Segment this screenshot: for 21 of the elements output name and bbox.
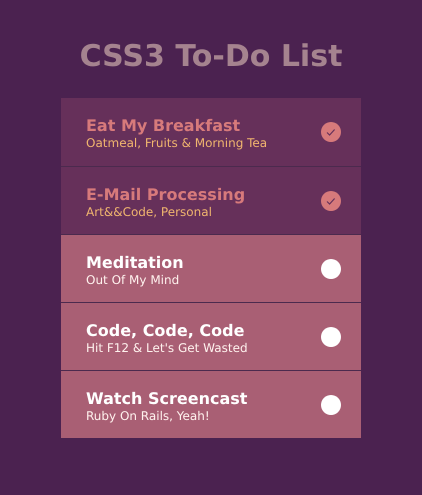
checked-circle-icon[interactable] — [321, 122, 341, 142]
empty-circle-icon[interactable] — [321, 258, 341, 278]
task-item[interactable]: Watch Screencast Ruby On Rails, Yeah! — [61, 370, 361, 438]
task-title: Code, Code, Code — [86, 320, 246, 340]
task-subtitle: Out Of My Mind — [86, 272, 180, 286]
task-subtitle: Hit F12 & Let's Get Wasted — [86, 340, 248, 354]
task-title: E-Mail Processing — [86, 184, 246, 204]
empty-circle-icon[interactable] — [321, 326, 341, 346]
task-item[interactable]: Meditation Out Of My Mind — [61, 234, 361, 302]
task-title: Eat My Breakfast — [86, 116, 242, 135]
task-item[interactable]: E-Mail Processing Art&&Code, Personal — [61, 166, 361, 234]
app-title: CSS3 To-Do List — [80, 38, 342, 76]
task-item[interactable]: Eat My Breakfast Oatmeal, Fruits & Morning Tea — [61, 98, 361, 166]
checked-circle-icon[interactable] — [321, 190, 341, 210]
empty-circle-icon[interactable] — [321, 394, 341, 414]
task-subtitle: Art&&Code, Personal — [86, 204, 213, 218]
task-title: Watch Screencast — [86, 388, 248, 408]
task-subtitle: Ruby On Rails, Yeah! — [86, 408, 211, 422]
task-item[interactable]: Code, Code, Code Hit F12 & Let's Get Wasted — [61, 302, 361, 370]
task-title: Meditation — [86, 252, 184, 272]
task-subtitle: Oatmeal, Fruits & Morning Tea — [86, 136, 268, 150]
